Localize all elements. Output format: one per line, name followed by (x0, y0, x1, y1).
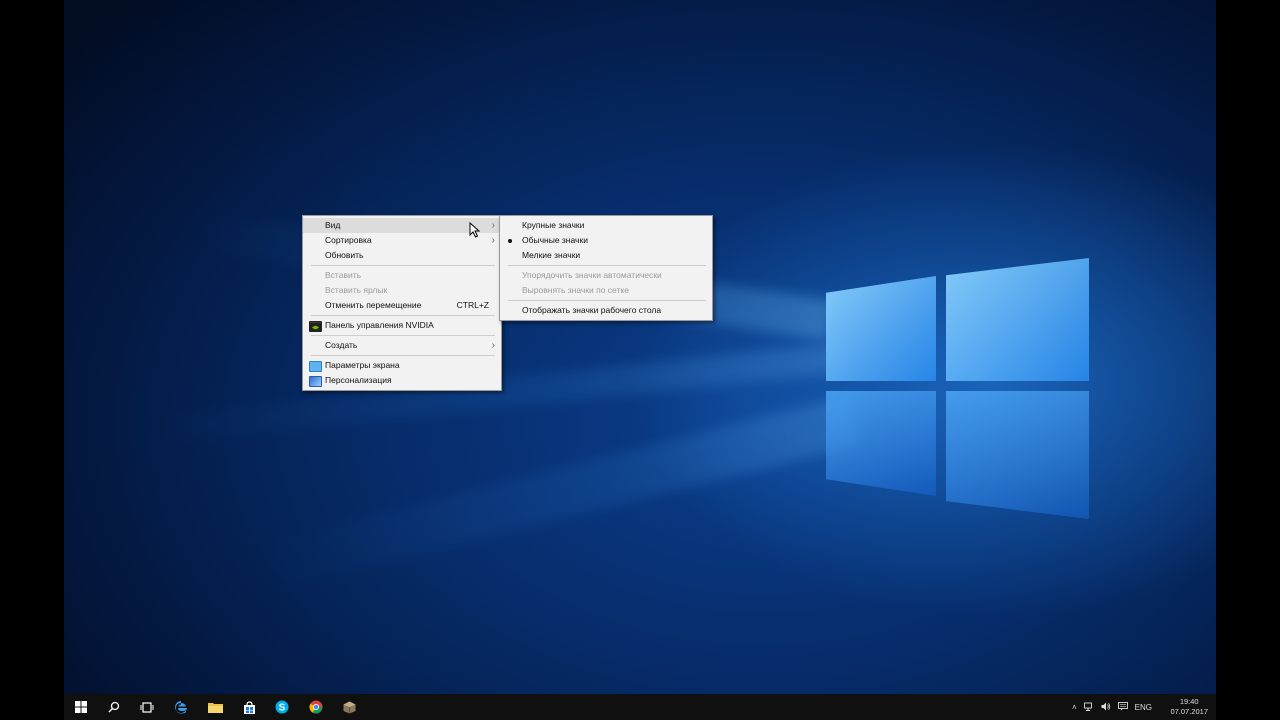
network-icon[interactable] (1083, 702, 1094, 713)
menu-separator (508, 265, 706, 266)
submenu-item-small-icons[interactable]: Мелкие значки (500, 248, 712, 263)
taskbar: S ˄ ENG 19:40 07.07.2017 (64, 694, 1216, 720)
personalization-icon (309, 376, 322, 387)
submenu-item-large-icons[interactable]: Крупные значки (500, 218, 712, 233)
task-view-icon[interactable] (130, 694, 164, 720)
menu-item-undo-move[interactable]: Отменить перемещение CTRL+Z (303, 298, 501, 313)
file-explorer-icon[interactable] (198, 694, 232, 720)
submenu-item-align-to-grid: Выровнять значки по сетке (522, 285, 629, 295)
search-icon[interactable] (97, 694, 131, 720)
submenu-item-medium-icons[interactable]: Обычные значки (500, 233, 712, 248)
shortcut-label: CTRL+Z (456, 300, 489, 310)
svg-text:S: S (279, 703, 286, 714)
language-indicator[interactable]: ENG (1135, 703, 1152, 712)
store-icon[interactable] (232, 694, 266, 720)
menu-item-paste: Вставить (325, 270, 362, 280)
chevron-up-icon[interactable]: ˄ (1072, 703, 1077, 712)
menu-item-paste-shortcut: Вставить ярлык (325, 285, 388, 295)
menu-item-personalization[interactable]: Персонализация (303, 373, 501, 388)
system-tray: ˄ ENG (1072, 694, 1167, 720)
clock-time: 19:40 (1179, 697, 1199, 706)
menu-item-display-settings[interactable]: Параметры экрана (303, 358, 501, 373)
app-icon[interactable] (332, 694, 366, 720)
light-beam (247, 395, 861, 595)
desktop[interactable] (64, 0, 1216, 720)
nvidia-icon (309, 321, 322, 332)
edge-icon[interactable] (164, 694, 198, 720)
clock[interactable]: 19:40 07.07.2017 (1170, 697, 1208, 717)
submenu-item-auto-arrange: Упорядочить значки автоматически (522, 270, 662, 280)
submenu-item-show-desktop-icons[interactable]: Отображать значки рабочего стола (500, 303, 712, 318)
view-submenu: Крупные значки Обычные значки Мелкие зна… (499, 215, 713, 321)
checked-bullet-icon (508, 239, 512, 243)
chrome-icon[interactable] (299, 694, 333, 720)
chevron-right-icon: › (491, 220, 495, 231)
menu-item-nvidia-control-panel[interactable]: Панель управления NVIDIA (303, 318, 501, 333)
menu-item-refresh[interactable]: Обновить (303, 248, 501, 263)
menu-separator (311, 315, 495, 316)
windows-start-icon[interactable] (64, 694, 98, 720)
chevron-right-icon: › (491, 340, 495, 351)
menu-separator (311, 335, 495, 336)
menu-separator (311, 265, 495, 266)
clock-date: 07.07.2017 (1170, 707, 1208, 716)
chevron-right-icon: › (491, 235, 495, 246)
menu-item-new[interactable]: Создать › (303, 338, 501, 353)
menu-separator (508, 300, 706, 301)
desktop-context-menu: Вид › Сортировка › Обновить Вставить Вст… (302, 215, 502, 391)
display-settings-icon (309, 361, 322, 372)
menu-separator (311, 355, 495, 356)
volume-icon[interactable] (1101, 702, 1111, 713)
skype-icon[interactable]: S (265, 694, 299, 720)
action-center-icon[interactable] (1117, 701, 1128, 713)
